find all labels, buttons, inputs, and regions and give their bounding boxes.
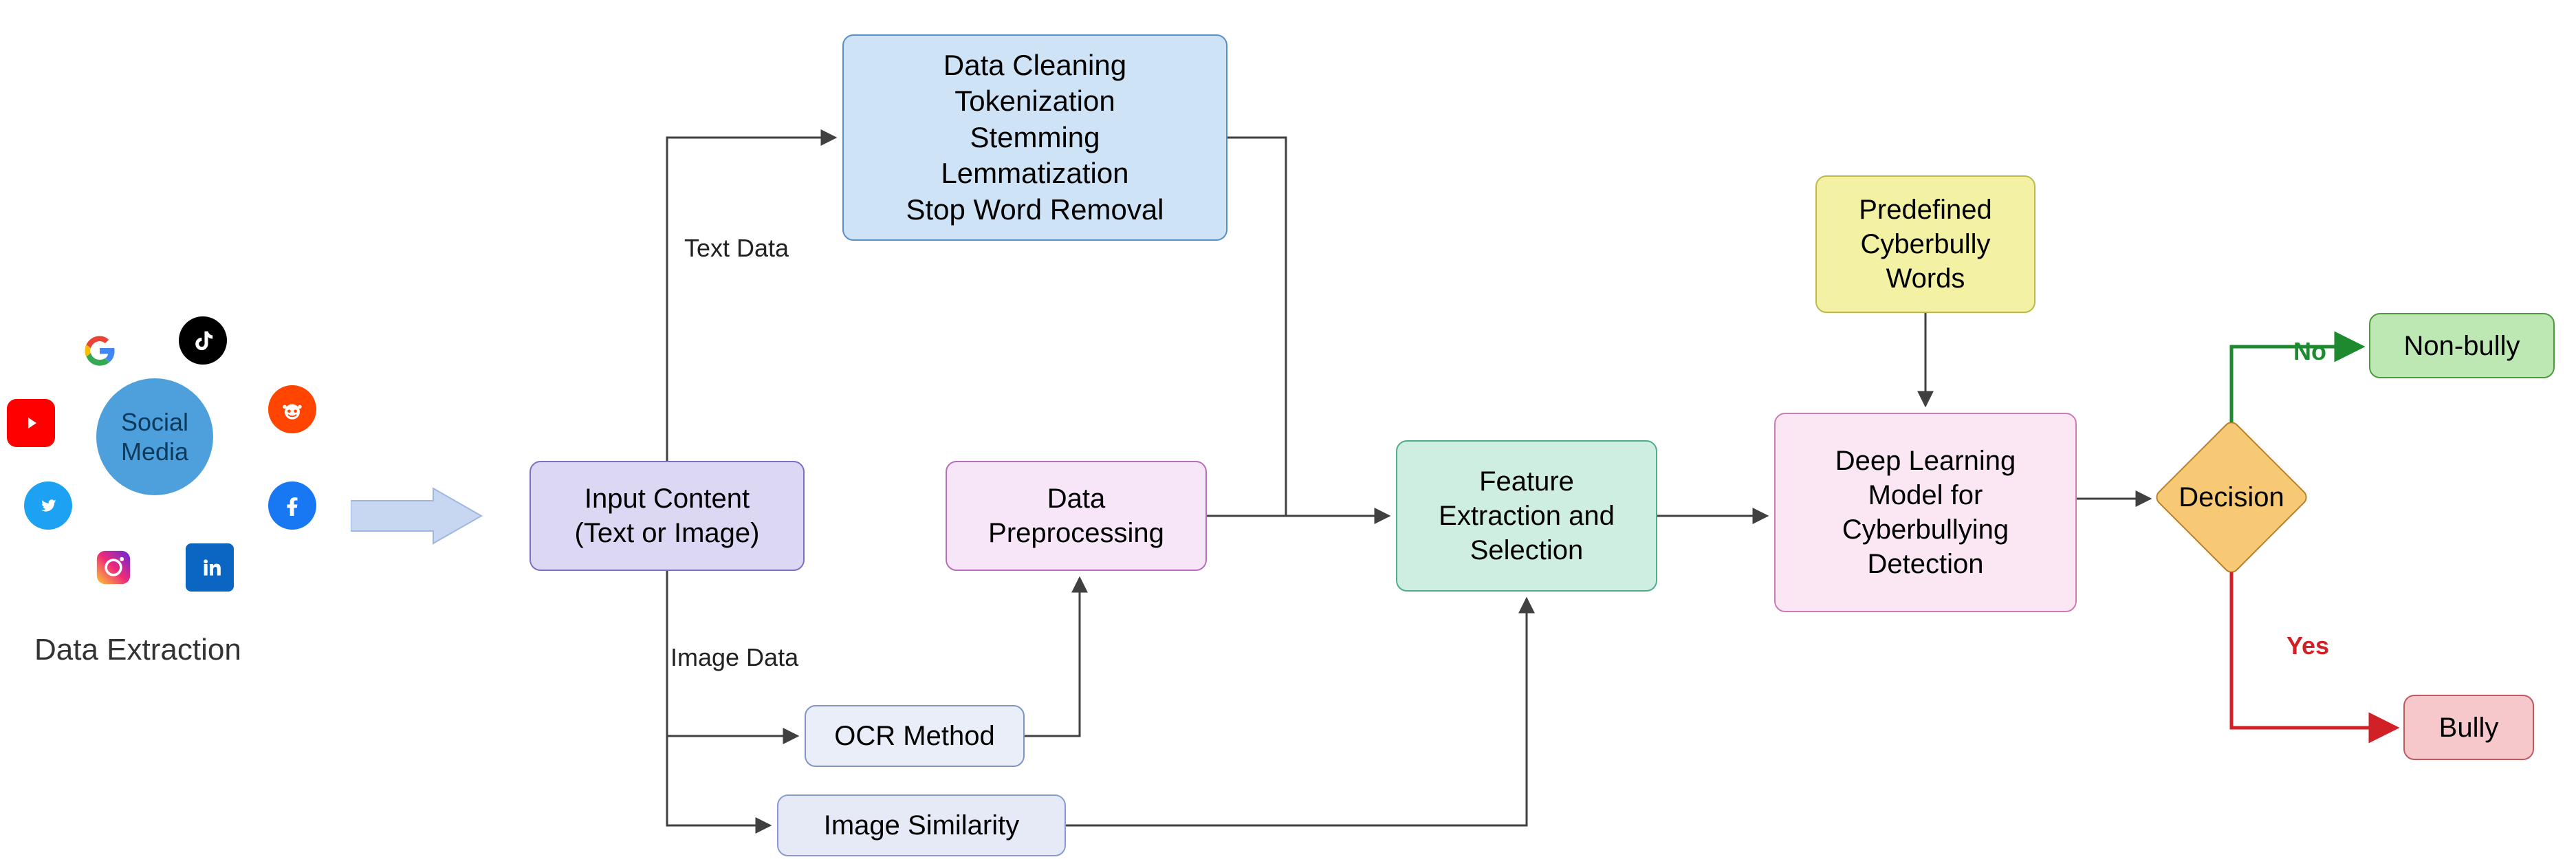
image-similarity-node: Image Similarity [777,794,1066,856]
tiktok-icon [179,316,227,365]
flow-arrow-icon [351,481,488,550]
google-icon [76,327,124,375]
social-media-cluster: Social Media [14,323,344,571]
twitter-icon [24,481,72,530]
social-media-bubble-text: Social Media [96,407,213,466]
text-data-edge-label: Text Data [684,234,789,263]
nonbully-text: Non-bully [2404,329,2520,363]
data-preprocessing-text: Data Preprocessing [988,481,1164,550]
predefined-words-text: Predefined Cyberbully Words [1859,193,1991,296]
bully-text: Bully [2439,711,2499,745]
feature-extraction-node: Feature Extraction and Selection [1396,440,1657,592]
input-content-text: Input Content (Text or Image) [575,481,760,550]
ocr-method-text: OCR Method [834,719,994,753]
reddit-icon [268,385,316,433]
data-preprocessing-node: Data Preprocessing [946,461,1207,571]
text-preprocessing-steps-text: Data Cleaning Tokenization Stemming Lemm… [906,47,1164,228]
text-preprocessing-steps-node: Data Cleaning Tokenization Stemming Lemm… [842,34,1227,241]
youtube-icon [7,399,55,447]
ocr-method-node: OCR Method [805,705,1025,767]
instagram-icon [89,543,138,592]
bully-node: Bully [2403,695,2534,760]
decision-text: Decision [2179,482,2284,513]
no-branch-label: No [2293,337,2326,366]
deep-learning-model-text: Deep Learning Model for Cyberbullying De… [1835,444,2016,581]
input-content-node: Input Content (Text or Image) [530,461,805,571]
data-extraction-caption: Data Extraction [34,633,241,667]
deep-learning-model-node: Deep Learning Model for Cyberbullying De… [1774,413,2077,612]
image-data-edge-label: Image Data [670,643,798,672]
facebook-icon [268,481,316,530]
image-similarity-text: Image Similarity [824,808,1020,843]
predefined-words-node: Predefined Cyberbully Words [1815,175,2035,313]
decision-node: Decision [2152,418,2311,576]
feature-extraction-text: Feature Extraction and Selection [1439,464,1615,567]
yes-branch-label: Yes [2286,631,2329,660]
nonbully-node: Non-bully [2369,313,2555,378]
linkedin-icon [186,543,234,592]
social-media-bubble: Social Media [96,378,213,495]
